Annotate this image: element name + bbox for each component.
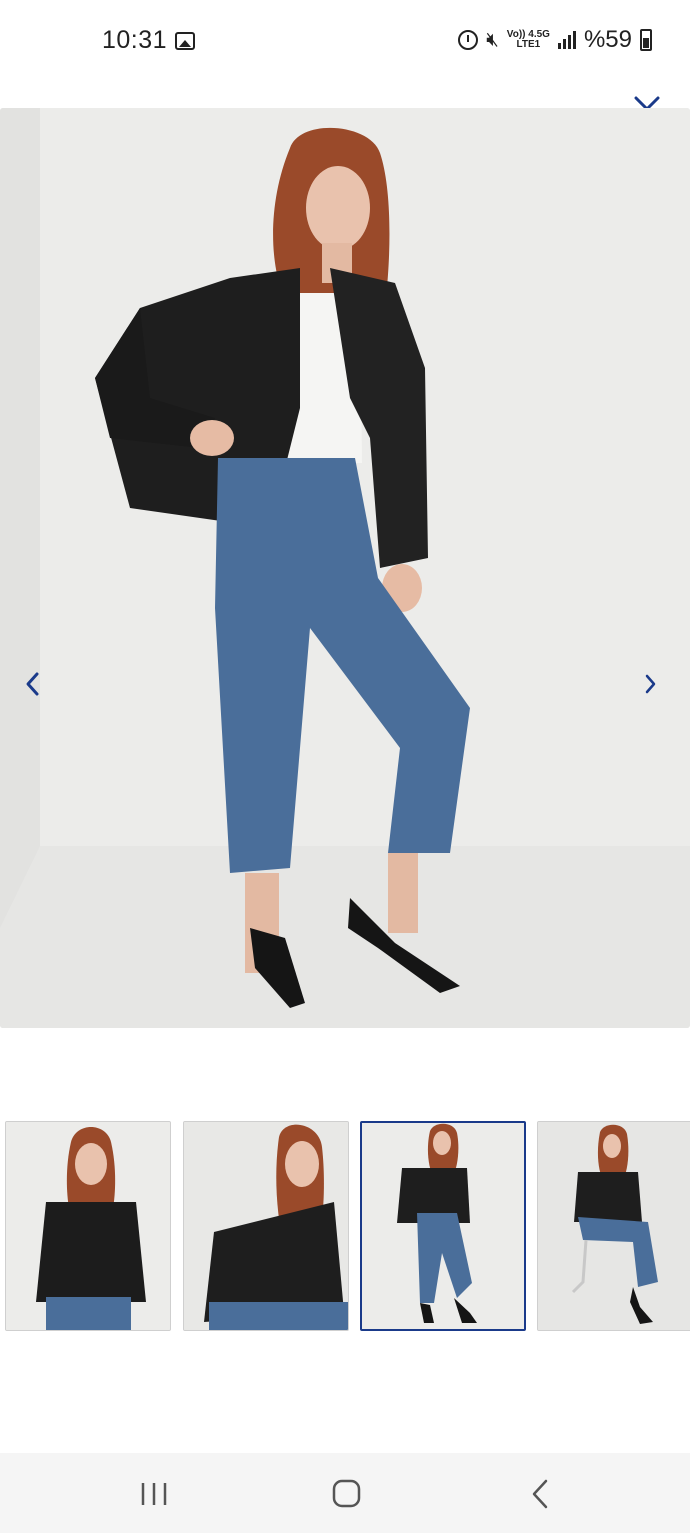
battery-icon bbox=[640, 29, 652, 51]
chevron-right-icon bbox=[645, 674, 656, 694]
thumbnail-strip bbox=[0, 1121, 690, 1333]
alarm-icon bbox=[458, 30, 479, 50]
signal-icon bbox=[557, 31, 576, 49]
main-product-image[interactable] bbox=[0, 108, 690, 1028]
thumbnail-front-closeup[interactable] bbox=[5, 1121, 171, 1331]
thumbnail-seated-chair[interactable] bbox=[537, 1121, 690, 1331]
battery-percent: %59 bbox=[583, 26, 632, 53]
mute-icon: 🔇︎ bbox=[486, 29, 499, 51]
network-indicator: Vo)) 4.5G LTE1 bbox=[507, 30, 550, 50]
chevron-left-icon bbox=[26, 672, 39, 696]
recents-icon bbox=[141, 1483, 167, 1505]
status-icons: 🔇︎ Vo)) 4.5G LTE1 %59 bbox=[458, 26, 652, 54]
thumbnail-full-standing[interactable] bbox=[360, 1121, 526, 1331]
next-image-button[interactable] bbox=[636, 667, 666, 701]
thumbnail-seated-closeup[interactable] bbox=[183, 1121, 349, 1331]
back-icon bbox=[532, 1479, 548, 1509]
network-bottom-label: LTE1 bbox=[516, 39, 541, 50]
gallery-icon bbox=[175, 32, 195, 50]
product-photo-full-standing bbox=[0, 108, 690, 1028]
recents-button[interactable] bbox=[124, 1473, 184, 1515]
previous-image-button[interactable] bbox=[18, 667, 48, 701]
status-bar: 10:31 🔇︎ Vo)) 4.5G LTE1 %59 bbox=[0, 0, 690, 84]
back-button[interactable] bbox=[510, 1473, 570, 1515]
home-button[interactable] bbox=[316, 1473, 376, 1515]
status-time: 10:31 bbox=[102, 26, 168, 54]
system-navigation-bar bbox=[0, 1453, 690, 1533]
home-icon bbox=[332, 1479, 361, 1508]
